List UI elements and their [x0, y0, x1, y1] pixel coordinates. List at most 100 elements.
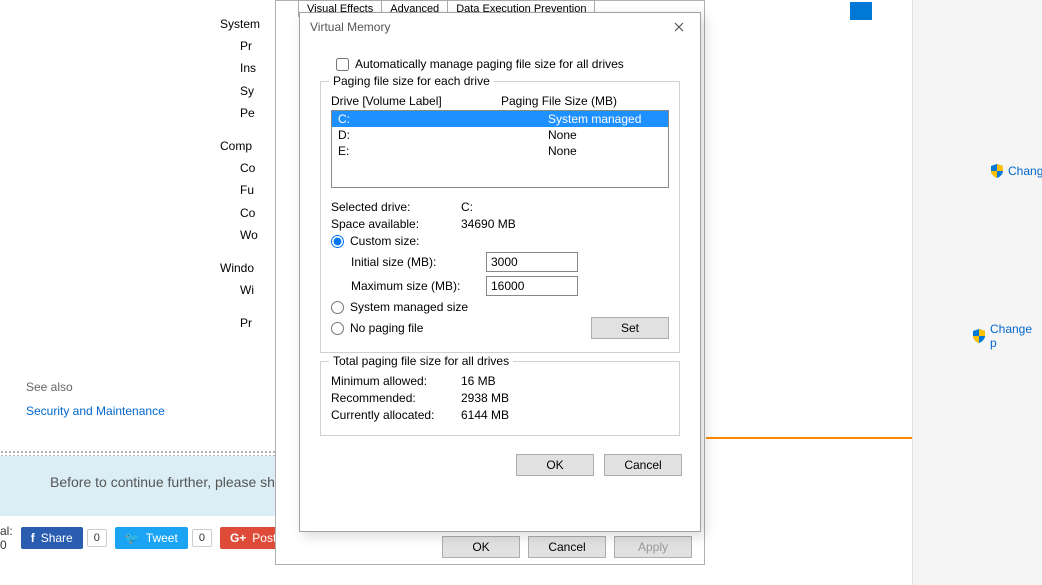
close-button[interactable]	[668, 17, 690, 37]
maximum-size-label: Maximum size (MB):	[351, 279, 486, 293]
minimum-allowed-label: Minimum allowed:	[331, 374, 461, 388]
bg-item: Pr	[220, 37, 260, 56]
minimum-allowed-row: Minimum allowed: 16 MB	[331, 374, 669, 388]
custom-size-label: Custom size:	[350, 234, 419, 248]
dialog-buttons: OK Cancel	[300, 454, 700, 488]
share-count: 0	[87, 529, 107, 547]
shield-icon	[972, 329, 986, 343]
bg-item: Wi	[220, 281, 260, 300]
drive-letter: C:	[338, 112, 548, 126]
currently-allocated-label: Currently allocated:	[331, 408, 461, 422]
drive-letter: E:	[338, 144, 548, 158]
bg-item: Ins	[220, 59, 260, 78]
initial-size-row: Initial size (MB):	[351, 252, 669, 272]
change-link-1-label: Chang	[1008, 164, 1042, 178]
change-link-2-label: Change p	[990, 322, 1042, 350]
tweet-count: 0	[192, 529, 212, 547]
parent-ok-button[interactable]: OK	[442, 536, 520, 558]
parent-apply-button[interactable]: Apply	[614, 536, 692, 558]
total-paging-group: Total paging file size for all drives Mi…	[320, 361, 680, 436]
recommended-label: Recommended:	[331, 391, 461, 405]
minimum-allowed-value: 16 MB	[461, 374, 496, 388]
drive-size: System managed	[548, 112, 641, 126]
bg-item: Fu	[220, 181, 260, 200]
bg-section-windo: Windo	[220, 259, 260, 278]
initial-size-label: Initial size (MB):	[351, 255, 486, 269]
drive-size: None	[548, 144, 577, 158]
bg-item: Co	[220, 159, 260, 178]
cancel-button[interactable]: Cancel	[604, 454, 682, 476]
drive-header: Drive [Volume Label] Paging File Size (M…	[331, 94, 669, 108]
paging-file-group-title: Paging file size for each drive	[329, 74, 494, 88]
selected-drive-row: Selected drive: C:	[331, 200, 669, 214]
drive-header-right: Paging File Size (MB)	[501, 94, 617, 108]
drive-row-d[interactable]: D: None	[332, 127, 668, 143]
bg-item: Sy	[220, 82, 260, 101]
drive-letter: D:	[338, 128, 548, 142]
bottom-banner: Before to continue further, please sh al…	[0, 450, 280, 585]
banner-text: Before to continue further, please sh	[0, 456, 280, 516]
custom-size-radio[interactable]	[331, 235, 344, 248]
no-paging-label: No paging file	[350, 321, 423, 335]
bg-section-comp: Comp	[220, 137, 260, 156]
facebook-share-button[interactable]: fShare	[21, 527, 83, 549]
bg-item: Co	[220, 204, 260, 223]
drive-size: None	[548, 128, 577, 142]
shield-icon	[990, 164, 1004, 178]
auto-manage-row: Automatically manage paging file size fo…	[336, 57, 680, 71]
background-panel: System Pr Ins Sy Pe Comp Co Fu Co Wo Win…	[0, 0, 280, 585]
windows-logo-icon	[850, 2, 872, 20]
set-button[interactable]: Set	[591, 317, 669, 339]
custom-size-radio-row: Custom size:	[331, 234, 669, 248]
currently-allocated-value: 6144 MB	[461, 408, 509, 422]
change-link-2[interactable]: Change p	[972, 322, 1042, 350]
titlebar: Virtual Memory	[300, 13, 700, 41]
change-link-1[interactable]: Chang	[990, 164, 1042, 178]
initial-size-input[interactable]	[486, 252, 578, 272]
system-managed-radio-row: System managed size	[331, 300, 669, 314]
drive-header-left: Drive [Volume Label]	[331, 94, 501, 108]
auto-manage-label: Automatically manage paging file size fo…	[355, 57, 624, 71]
no-paging-radio-row: No paging file Set	[331, 317, 669, 339]
tweet-label: Tweet	[146, 531, 178, 545]
bg-section-system: System	[220, 15, 260, 34]
bg-item: Pr	[220, 314, 260, 333]
drive-row-e[interactable]: E: None	[332, 143, 668, 159]
selected-drive-label: Selected drive:	[331, 200, 461, 214]
orange-separator	[706, 437, 912, 439]
recommended-row: Recommended: 2938 MB	[331, 391, 669, 405]
currently-allocated-row: Currently allocated: 6144 MB	[331, 408, 669, 422]
space-available-value: 34690 MB	[461, 217, 516, 231]
space-available-label: Space available:	[331, 217, 461, 231]
selected-drive-value: C:	[461, 200, 473, 214]
social-prefix: al: 0	[0, 524, 13, 552]
no-paging-radio[interactable]	[331, 322, 344, 335]
virtual-memory-dialog: Virtual Memory Automatically manage pagi…	[299, 12, 701, 532]
maximum-size-row: Maximum size (MB):	[351, 276, 669, 296]
parent-cancel-button[interactable]: Cancel	[528, 536, 606, 558]
dialog-title: Virtual Memory	[310, 20, 390, 34]
auto-manage-checkbox[interactable]	[336, 58, 349, 71]
paging-file-group: Paging file size for each drive Drive [V…	[320, 81, 680, 353]
recommended-value: 2938 MB	[461, 391, 509, 405]
system-managed-radio[interactable]	[331, 301, 344, 314]
space-available-row: Space available: 34690 MB	[331, 217, 669, 231]
system-managed-label: System managed size	[350, 300, 468, 314]
parent-dialog-buttons: OK Cancel Apply	[442, 536, 692, 558]
share-label: Share	[41, 531, 73, 545]
close-icon	[674, 22, 684, 32]
social-row: al: 0 fShare 0 🐦Tweet 0 G+Post	[0, 516, 280, 560]
post-label: Post	[252, 531, 276, 545]
right-panel	[912, 0, 1042, 585]
bg-item: Pe	[220, 104, 260, 123]
ok-button[interactable]: OK	[516, 454, 594, 476]
maximum-size-input[interactable]	[486, 276, 578, 296]
background-sections: System Pr Ins Sy Pe Comp Co Fu Co Wo Win…	[220, 15, 260, 336]
drive-row-c[interactable]: C: System managed	[332, 111, 668, 127]
see-also-label: See also	[26, 380, 73, 394]
twitter-tweet-button[interactable]: 🐦Tweet	[115, 527, 188, 549]
security-maintenance-link[interactable]: Security and Maintenance	[26, 404, 165, 418]
total-paging-group-title: Total paging file size for all drives	[329, 354, 513, 368]
drive-list[interactable]: C: System managed D: None E: None	[331, 110, 669, 188]
bg-item: Wo	[220, 226, 260, 245]
